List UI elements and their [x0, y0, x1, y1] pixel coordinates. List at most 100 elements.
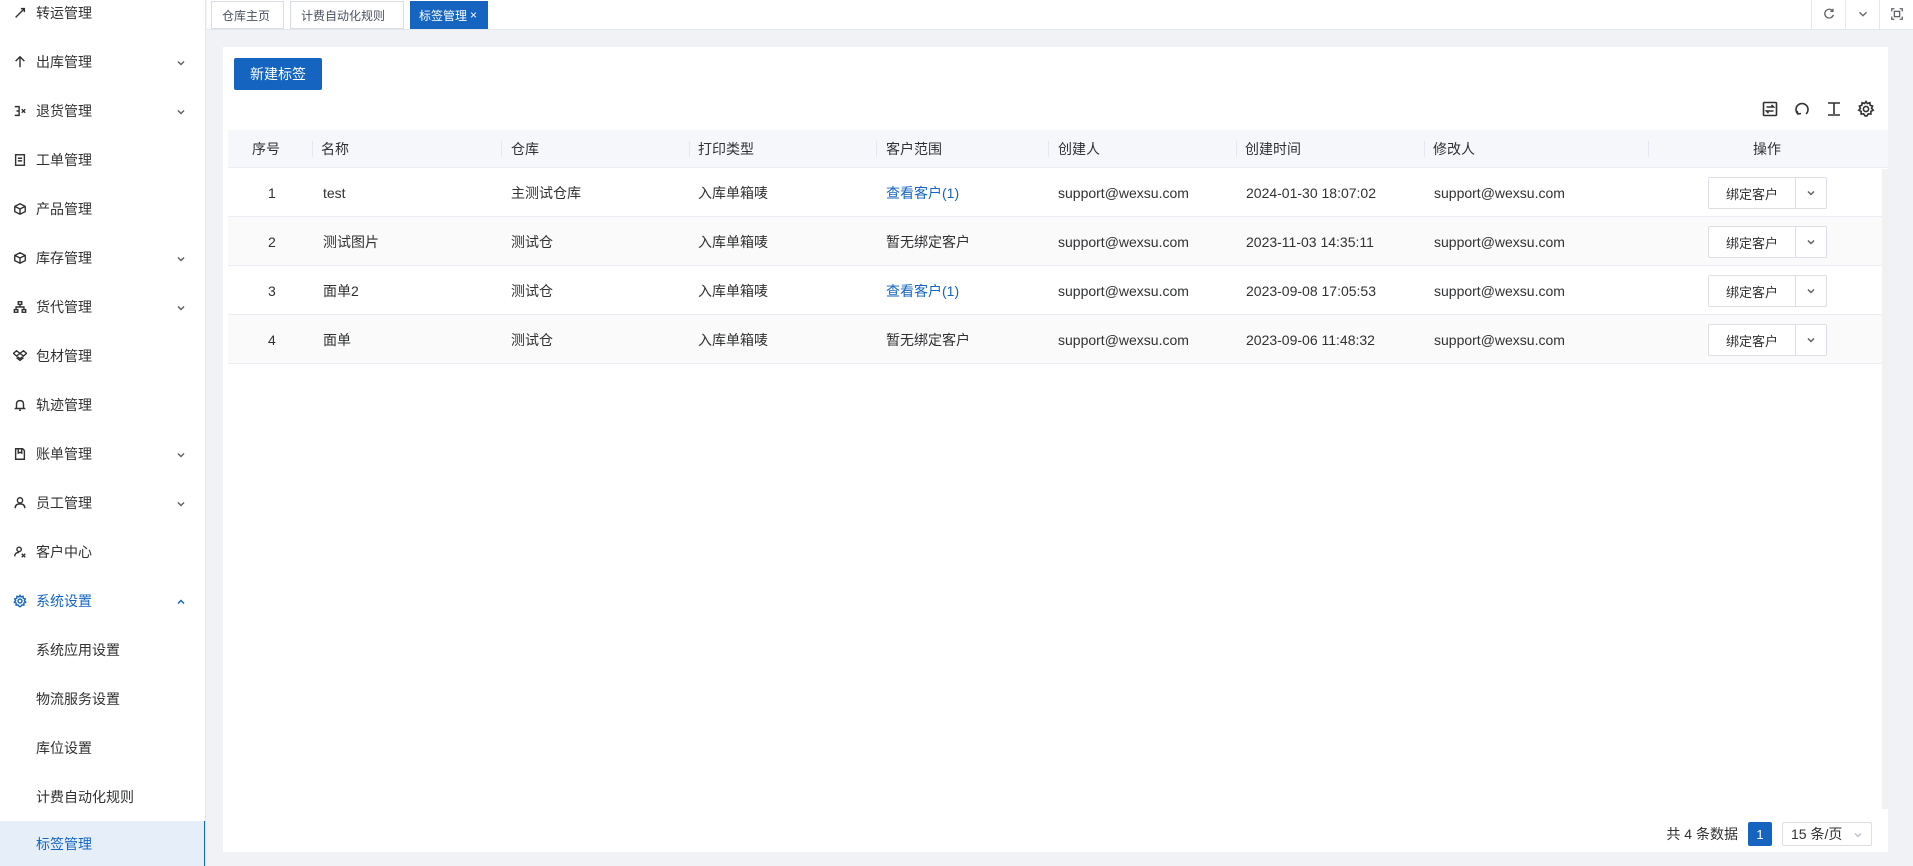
cell-created-time: 2023-09-06 11:48:32	[1246, 331, 1375, 348]
cell-modifier: support@wexsu.com	[1434, 331, 1565, 348]
export-button[interactable]	[1760, 100, 1780, 120]
tab-label: 标签管理	[419, 8, 468, 23]
sidebar-item-label: 库存管理	[36, 249, 92, 266]
view-customers-link[interactable]: 查看客户(1)	[886, 266, 959, 315]
cell-modifier: support@wexsu.com	[1434, 282, 1565, 299]
row-action-group: 绑定客户	[1708, 177, 1827, 209]
row-action-group: 绑定客户	[1708, 324, 1827, 356]
column-header-customer-scope: 客户范围	[886, 141, 942, 157]
cell-creator: support@wexsu.com	[1058, 184, 1189, 201]
chevron-down-icon	[1806, 283, 1816, 299]
sidebar-item-label: 客户中心	[36, 543, 92, 560]
cell-print-type: 入库单箱唛	[698, 282, 768, 299]
refresh-icon	[1793, 100, 1811, 121]
sidebar-item-transfer[interactable]: 转运管理	[0, 0, 205, 37]
sidebar-item-returns[interactable]: 退货管理	[0, 86, 205, 135]
refresh-button[interactable]	[1792, 100, 1812, 120]
more-actions-dropdown[interactable]	[1796, 226, 1827, 258]
cell-index: 4	[268, 331, 276, 348]
product-icon	[12, 201, 28, 217]
table-row: 4 面单 测试仓 入库单箱唛 暂无绑定客户 support@wexsu.com …	[228, 315, 1888, 364]
cell-modifier: support@wexsu.com	[1434, 184, 1565, 201]
sidebar-item-label: 包材管理	[36, 347, 92, 364]
tab-bar: 仓库主页 计费自动化规则 标签管理 ×	[207, 0, 1913, 30]
tab-warehouse-home[interactable]: 仓库主页	[211, 1, 284, 29]
user-icon	[12, 495, 28, 511]
table-scrollbar[interactable]	[1882, 169, 1888, 809]
gear-icon	[12, 593, 28, 609]
package-icon	[12, 348, 28, 364]
chevron-down-icon	[1854, 832, 1862, 838]
column-header-created-time: 创建时间	[1245, 141, 1301, 157]
cell-creator: support@wexsu.com	[1058, 233, 1189, 250]
tab-label-management[interactable]: 标签管理 ×	[410, 1, 488, 29]
tab-billing-rules[interactable]: 计费自动化规则	[290, 1, 404, 29]
more-actions-dropdown[interactable]	[1796, 275, 1827, 307]
more-actions-dropdown[interactable]	[1796, 324, 1827, 356]
page-number-button[interactable]: 1	[1748, 822, 1772, 846]
bind-customer-button[interactable]: 绑定客户	[1708, 275, 1796, 307]
document-icon	[12, 152, 28, 168]
network-icon	[12, 299, 28, 315]
submenu-item-logistics-settings[interactable]: 物流服务设置	[0, 674, 205, 723]
cell-warehouse: 测试仓	[511, 331, 553, 348]
sidebar-item-packaging[interactable]: 包材管理	[0, 331, 205, 380]
labels-table: 序号 名称 仓库 打印类型 客户范围 创建人 创建时间 修改人 操作 1 tes…	[228, 130, 1888, 364]
submenu-item-label-management[interactable]: 标签管理	[0, 821, 205, 866]
cell-creator: support@wexsu.com	[1058, 282, 1189, 299]
sidebar-item-inventory[interactable]: 库存管理	[0, 233, 205, 282]
more-actions-dropdown[interactable]	[1796, 177, 1827, 209]
cell-name: 面单	[323, 331, 351, 348]
table-row: 1 test 主测试仓库 入库单箱唛 查看客户(1) support@wexsu…	[228, 168, 1888, 217]
close-icon[interactable]: ×	[470, 8, 477, 22]
pagination: 共 4 条数据 1 15 条/页	[1666, 822, 1872, 846]
column-header-name: 名称	[321, 141, 349, 157]
new-label-button[interactable]: 新建标签	[234, 58, 322, 90]
page-size-value: 15 条/页	[1791, 826, 1843, 842]
sidebar-item-workorder[interactable]: 工单管理	[0, 135, 205, 184]
pagination-total: 共 4 条数据	[1666, 826, 1738, 842]
submenu-item-app-settings[interactable]: 系统应用设置	[0, 625, 205, 674]
column-divider	[1424, 141, 1425, 157]
chevron-down-icon	[176, 55, 186, 66]
bind-customer-button[interactable]: 绑定客户	[1708, 177, 1796, 209]
view-customers-link[interactable]: 查看客户(1)	[886, 168, 959, 217]
cell-created-time: 2023-11-03 14:35:11	[1246, 233, 1374, 250]
main-card: 新建标签 序号 名称 仓库 打印类型 客户范围 创建人 创建时间 修改人 操作 …	[223, 47, 1888, 852]
tab-menu-button[interactable]	[1845, 0, 1879, 30]
export-icon	[1761, 100, 1779, 121]
sidebar-item-tracking[interactable]: 轨迹管理	[0, 380, 205, 429]
table-row: 2 测试图片 测试仓 入库单箱唛 暂无绑定客户 support@wexsu.co…	[228, 217, 1888, 266]
chevron-down-icon	[176, 300, 186, 311]
box-icon	[12, 250, 28, 266]
page-size-select[interactable]: 15 条/页	[1782, 822, 1872, 846]
refresh-tab-button[interactable]	[1811, 0, 1845, 30]
chevron-up-icon	[176, 594, 186, 605]
submenu-item-location-settings[interactable]: 库位设置	[0, 723, 205, 772]
submenu-item-billing-rules[interactable]: 计费自动化规则	[0, 772, 205, 821]
chevron-down-icon	[1856, 7, 1870, 24]
column-settings-button[interactable]	[1856, 99, 1876, 120]
sidebar-item-forwarder[interactable]: 货代管理	[0, 282, 205, 331]
column-width-button[interactable]	[1824, 100, 1844, 120]
bind-customer-button[interactable]: 绑定客户	[1708, 324, 1796, 356]
sidebar-item-label: 轨迹管理	[36, 396, 92, 413]
sidebar-item-outbound[interactable]: 出库管理	[0, 37, 205, 86]
cell-created-time: 2023-09-08 17:05:53	[1246, 282, 1376, 299]
table-header: 序号 名称 仓库 打印类型 客户范围 创建人 创建时间 修改人 操作	[228, 130, 1888, 168]
fullscreen-button[interactable]	[1879, 0, 1913, 30]
row-action-group: 绑定客户	[1708, 275, 1827, 307]
sidebar-item-system-settings[interactable]: 系统设置	[0, 576, 205, 625]
bind-customer-button[interactable]: 绑定客户	[1708, 226, 1796, 258]
sidebar-item-staff[interactable]: 员工管理	[0, 478, 205, 527]
sidebar-item-billing[interactable]: 账单管理	[0, 429, 205, 478]
sidebar-item-customers[interactable]: 客户中心	[0, 527, 205, 576]
sidebar-item-products[interactable]: 产品管理	[0, 184, 205, 233]
sidebar-item-label: 出库管理	[36, 53, 92, 70]
column-header-print-type: 打印类型	[698, 141, 754, 157]
cell-name: 面单2	[323, 282, 359, 299]
cell-warehouse: 测试仓	[511, 282, 553, 299]
sidebar-item-label: 员工管理	[36, 494, 92, 511]
sidebar-item-label: 账单管理	[36, 445, 92, 462]
column-header-creator: 创建人	[1058, 141, 1100, 157]
